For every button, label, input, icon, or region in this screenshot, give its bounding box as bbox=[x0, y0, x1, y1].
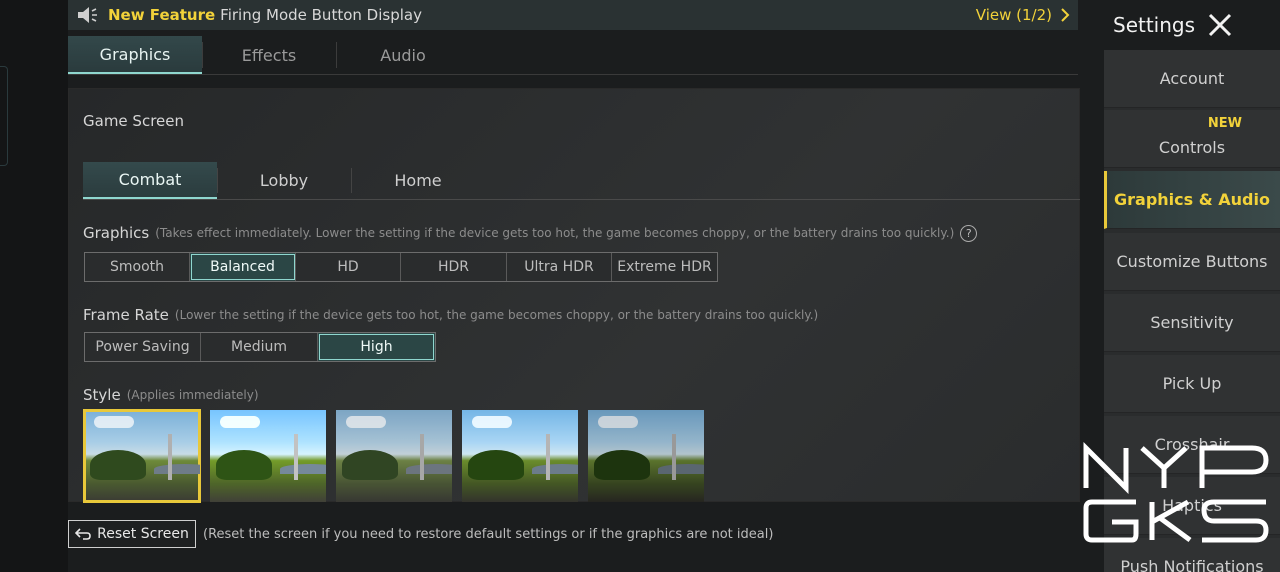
option-balanced[interactable]: Balanced bbox=[190, 253, 296, 281]
feature-banner[interactable]: New Feature Firing Mode Button Display V… bbox=[68, 0, 1078, 30]
speaker-icon bbox=[68, 6, 108, 24]
style-label: Style bbox=[83, 386, 121, 404]
reset-screen-button[interactable]: Reset Screen bbox=[68, 520, 196, 548]
sidebar-item-label: Controls bbox=[1158, 138, 1226, 157]
watermark-logo bbox=[1083, 441, 1269, 543]
style-thumbnail-5[interactable] bbox=[588, 410, 704, 502]
style-thumbnail-1[interactable] bbox=[83, 409, 201, 503]
sidebar-item-label: Sensitivity bbox=[1150, 313, 1234, 332]
new-feature-label: New Feature bbox=[108, 6, 216, 24]
top-tab-bar: Graphics Effects Audio bbox=[68, 36, 470, 74]
sidebar-item-label: Customize Buttons bbox=[1116, 252, 1268, 271]
sidebar-item-customize-buttons[interactable]: Customize Buttons bbox=[1104, 233, 1280, 291]
sidebar-item-label: Pick Up bbox=[1162, 374, 1222, 393]
sidebar-item-label: Graphics & Audio bbox=[1114, 190, 1270, 209]
reset-label: Reset Screen bbox=[97, 526, 189, 542]
new-badge: NEW bbox=[1207, 116, 1242, 131]
option-ultra-hdr[interactable]: Ultra HDR bbox=[507, 253, 612, 281]
help-icon[interactable]: ? bbox=[960, 224, 978, 242]
style-label-row: Style (Applies immediately) bbox=[83, 386, 259, 404]
sidebar-item-sensitivity[interactable]: Sensitivity bbox=[1104, 294, 1280, 352]
option-power-saving[interactable]: Power Saving bbox=[85, 333, 201, 361]
option-smooth[interactable]: Smooth bbox=[85, 253, 190, 281]
tab-graphics[interactable]: Graphics bbox=[68, 36, 202, 74]
option-hd[interactable]: HD bbox=[296, 253, 401, 281]
style-thumbnail-3[interactable] bbox=[336, 410, 452, 502]
divider bbox=[83, 199, 1080, 200]
style-thumbnail-2[interactable] bbox=[210, 410, 326, 502]
graphics-quality-selector: Smooth Balanced HD HDR Ultra HDR Extreme… bbox=[84, 252, 718, 282]
style-hint: (Applies immediately) bbox=[126, 388, 259, 402]
feature-text: Firing Mode Button Display bbox=[220, 6, 422, 24]
reset-hint: (Reset the screen if you need to restore… bbox=[203, 527, 774, 542]
frame-rate-selector: Power Saving Medium High bbox=[84, 332, 436, 362]
frame-rate-label: Frame Rate bbox=[83, 306, 169, 324]
option-high[interactable]: High bbox=[318, 333, 435, 361]
tab-audio[interactable]: Audio bbox=[336, 36, 470, 74]
sidebar-item-graphics-audio[interactable]: Graphics & Audio bbox=[1104, 171, 1280, 229]
frame-rate-label-row: Frame Rate (Lower the setting if the dev… bbox=[83, 306, 818, 324]
undo-icon bbox=[75, 528, 91, 540]
sidebar-item-account[interactable]: Account bbox=[1104, 50, 1280, 108]
style-thumbnails bbox=[83, 409, 704, 503]
subtab-lobby[interactable]: Lobby bbox=[217, 162, 351, 199]
chevron-right-icon bbox=[1061, 8, 1070, 22]
subtab-combat[interactable]: Combat bbox=[83, 162, 217, 199]
graphics-label-row: Graphics (Takes effect immediately. Lowe… bbox=[83, 224, 978, 242]
tab-effects[interactable]: Effects bbox=[202, 36, 336, 74]
side-handle[interactable] bbox=[0, 66, 8, 166]
sidebar-item-pick-up[interactable]: Pick Up bbox=[1104, 355, 1280, 413]
graphics-label: Graphics bbox=[83, 224, 150, 242]
settings-header: Settings bbox=[1104, 0, 1280, 50]
frame-rate-hint: (Lower the setting if the device gets to… bbox=[174, 308, 819, 322]
option-extreme-hdr[interactable]: Extreme HDR bbox=[612, 253, 717, 281]
sidebar-item-label: Push Notifications bbox=[1120, 557, 1264, 572]
divider bbox=[68, 74, 1078, 75]
settings-title: Settings bbox=[1113, 13, 1196, 37]
left-edge bbox=[0, 0, 68, 572]
close-icon[interactable] bbox=[1207, 12, 1233, 38]
subtab-home[interactable]: Home bbox=[351, 162, 485, 199]
sidebar-item-controls[interactable]: Controls NEW bbox=[1104, 110, 1280, 168]
view-pager[interactable]: View (1/2) bbox=[976, 6, 1070, 24]
sidebar-item-label: Account bbox=[1159, 69, 1225, 88]
view-label: View (1/2) bbox=[975, 6, 1052, 24]
section-title: Game Screen bbox=[83, 112, 184, 130]
graphics-hint: (Takes effect immediately. Lower the set… bbox=[155, 226, 955, 240]
option-medium[interactable]: Medium bbox=[201, 333, 318, 361]
option-hdr[interactable]: HDR bbox=[401, 253, 507, 281]
style-thumbnail-4[interactable] bbox=[462, 410, 578, 502]
sub-tab-bar: Combat Lobby Home bbox=[83, 162, 485, 199]
